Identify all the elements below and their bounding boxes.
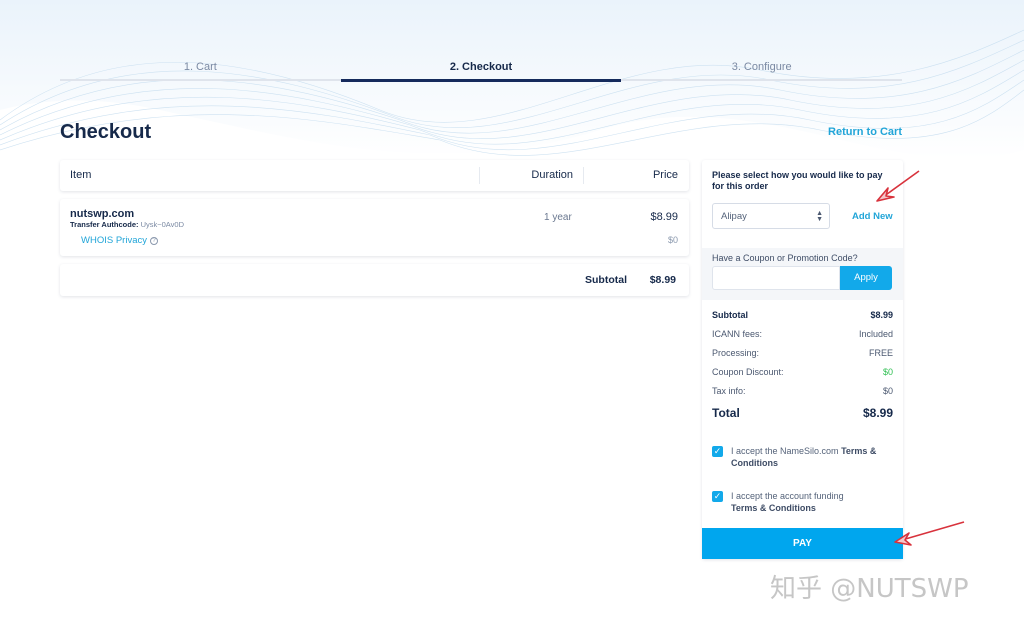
coupon-input[interactable] [712,266,840,290]
page-title: Checkout [60,121,152,143]
authcode-value: Uysk~0Av0D [140,220,184,229]
funding-terms-text: I accept the account funding Terms & Con… [731,490,891,514]
header-divider [479,167,480,184]
total-value: $8.99 [862,406,893,420]
subtotal-value: $8.99 [649,274,676,286]
help-icon[interactable]: ? [149,237,158,245]
item-price: $8.99 [650,211,678,223]
subtotal-label: Subtotal [585,274,627,286]
whois-privacy-label[interactable]: WHOIS Privacy [81,235,147,246]
summary-label: Coupon Discount: [712,367,784,377]
header-divider [583,167,584,184]
summary-value: FREE [868,348,893,358]
coupon-label: Have a Coupon or Promotion Code? [712,253,858,263]
summary-label: Processing: [712,348,760,358]
coupon-section: Have a Coupon or Promotion Code? Apply [702,248,903,300]
add-new-payment-link[interactable]: Add New [852,211,893,222]
payment-prompt: Please select how you would like to pay … [712,170,883,191]
domain-name: nutswp.com [70,208,135,220]
summary-row-tax: Tax info: $0 [712,386,893,405]
summary-value: $0 [882,386,893,396]
addon-price: $0 [667,235,678,245]
funding-terms-link[interactable]: Terms & Conditions [731,503,816,513]
funding-terms-prefix: I accept the account funding [731,491,844,501]
select-caret-icon: ▲ ▼ [816,210,823,223]
summary-row-subtotal: Subtotal $8.99 [712,310,893,329]
summary-label: Subtotal [712,310,748,320]
arrow-icon [894,521,965,546]
terms-text: I accept the NameSilo.com Terms & Condit… [731,445,891,469]
checkout-steps: 1. Cart 2. Checkout 3. Configure [60,58,902,84]
summary-value: $8.99 [870,310,893,320]
summary-row-total: Total $8.99 [712,406,893,428]
order-item-row: nutswp.com Transfer Authcode: Uysk~0Av0D… [60,199,689,256]
order-subtotal-row: Subtotal $8.99 [60,264,689,296]
summary-label: ICANN fees: [712,329,763,339]
summary-value: $0 [882,367,893,377]
terms-checkbox[interactable]: ✓ [712,446,723,457]
summary-label: Tax info: [712,386,746,396]
payment-method-select[interactable]: Alipay ▲ ▼ [712,203,830,229]
order-summary: Subtotal $8.99 ICANN fees: Included Proc… [712,310,893,428]
payment-panel: Please select how you would like to pay … [702,160,903,559]
transfer-authcode: Transfer Authcode: Uysk~0Av0D [70,220,184,229]
summary-row-icann: ICANN fees: Included [712,329,893,348]
order-table-header: Item Duration Price [60,160,689,191]
step-configure[interactable]: 3. Configure [621,58,902,84]
whois-privacy-addon[interactable]: WHOIS Privacy? [81,235,158,246]
header-price: Price [652,169,678,181]
step-cart[interactable]: 1. Cart [60,58,341,84]
authcode-label: Transfer Authcode: [70,220,139,229]
header-duration: Duration [531,169,573,181]
summary-row-processing: Processing: FREE [712,348,893,367]
return-to-cart-link[interactable]: Return to Cart [828,126,902,138]
summary-row-coupon: Coupon Discount: $0 [712,367,893,386]
summary-value: Included [858,329,893,339]
pay-button[interactable]: PAY [702,528,903,559]
item-duration: 1 year [544,212,572,223]
funding-terms-checkbox[interactable]: ✓ [712,491,723,502]
apply-coupon-button[interactable]: Apply [840,266,892,290]
watermark: 知乎 @NUTSWP [770,574,969,604]
total-label: Total [712,406,740,420]
step-checkout[interactable]: 2. Checkout [340,58,622,84]
header-item: Item [70,169,92,181]
payment-method-value: Alipay [721,211,747,222]
terms-prefix: I accept the NameSilo.com [731,446,842,456]
